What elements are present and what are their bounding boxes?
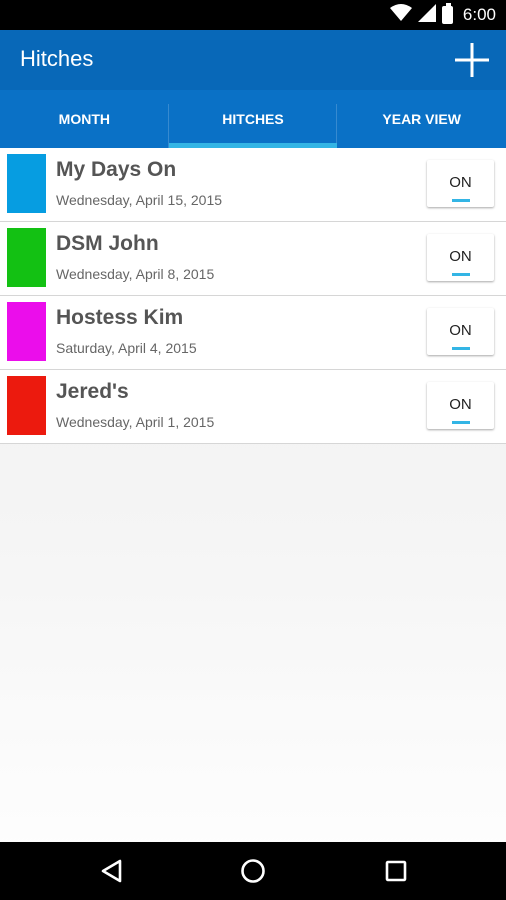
tab-month[interactable]: MONTH	[0, 90, 169, 148]
hitch-name: My Days On	[56, 158, 177, 181]
hitch-name: DSM John	[56, 232, 159, 255]
plus-icon	[455, 43, 489, 77]
tab-label: YEAR VIEW	[382, 111, 461, 127]
navigation-bar	[0, 842, 506, 900]
color-swatch	[7, 154, 46, 213]
color-swatch	[7, 228, 46, 287]
hitch-item[interactable]: Jered's Wednesday, April 1, 2015 ON	[0, 370, 506, 444]
tab-hitches[interactable]: HITCHES	[168, 90, 338, 148]
hitch-toggle-button[interactable]: ON	[427, 234, 494, 281]
toggle-label: ON	[449, 396, 472, 413]
hitch-toggle-button[interactable]: ON	[427, 308, 494, 355]
toggle-indicator	[452, 347, 470, 350]
back-button[interactable]	[97, 856, 127, 886]
tab-bar: MONTH HITCHES YEAR VIEW	[0, 90, 506, 148]
toggle-indicator	[452, 199, 470, 202]
status-time: 6:00	[462, 5, 496, 24]
toggle-label: ON	[449, 322, 472, 339]
recents-icon	[385, 860, 407, 882]
status-icons: 6:00	[389, 0, 496, 30]
add-hitch-button[interactable]	[454, 42, 490, 78]
wifi-icon	[389, 3, 412, 27]
tab-label: MONTH	[58, 111, 110, 127]
app-bar: Hitches	[0, 30, 506, 90]
hitch-date: Saturday, April 4, 2015	[56, 340, 197, 356]
hitch-date: Wednesday, April 8, 2015	[56, 266, 215, 282]
toggle-indicator	[452, 273, 470, 276]
screen: 6:00 Hitches MONTH HITCHES YEAR VIEW My	[0, 0, 506, 900]
tab-year-view[interactable]: YEAR VIEW	[337, 90, 506, 148]
hitch-item[interactable]: Hostess Kim Saturday, April 4, 2015 ON	[0, 296, 506, 370]
hitch-list: My Days On Wednesday, April 15, 2015 ON …	[0, 148, 506, 444]
hitch-date: Wednesday, April 15, 2015	[56, 192, 223, 208]
home-button[interactable]	[238, 856, 268, 886]
hitch-date: Wednesday, April 1, 2015	[56, 414, 215, 430]
battery-icon	[441, 3, 453, 24]
hitch-toggle-button[interactable]: ON	[427, 382, 494, 429]
hitch-item[interactable]: My Days On Wednesday, April 15, 2015 ON	[0, 148, 506, 222]
signal-icon	[417, 3, 436, 27]
hitch-toggle-button[interactable]: ON	[427, 160, 494, 207]
tab-label: HITCHES	[222, 111, 284, 127]
toggle-label: ON	[449, 174, 472, 191]
hitch-name: Hostess Kim	[56, 306, 184, 329]
back-icon	[101, 859, 122, 883]
home-icon	[241, 859, 265, 883]
status-bar: 6:00	[0, 0, 506, 30]
toggle-label: ON	[449, 248, 472, 265]
toggle-indicator	[452, 421, 470, 424]
color-swatch	[7, 376, 46, 435]
app-title: Hitches	[20, 46, 94, 71]
hitch-name: Jered's	[56, 380, 129, 403]
recents-button[interactable]	[381, 856, 411, 886]
hitch-item[interactable]: DSM John Wednesday, April 8, 2015 ON	[0, 222, 506, 296]
color-swatch	[7, 302, 46, 361]
